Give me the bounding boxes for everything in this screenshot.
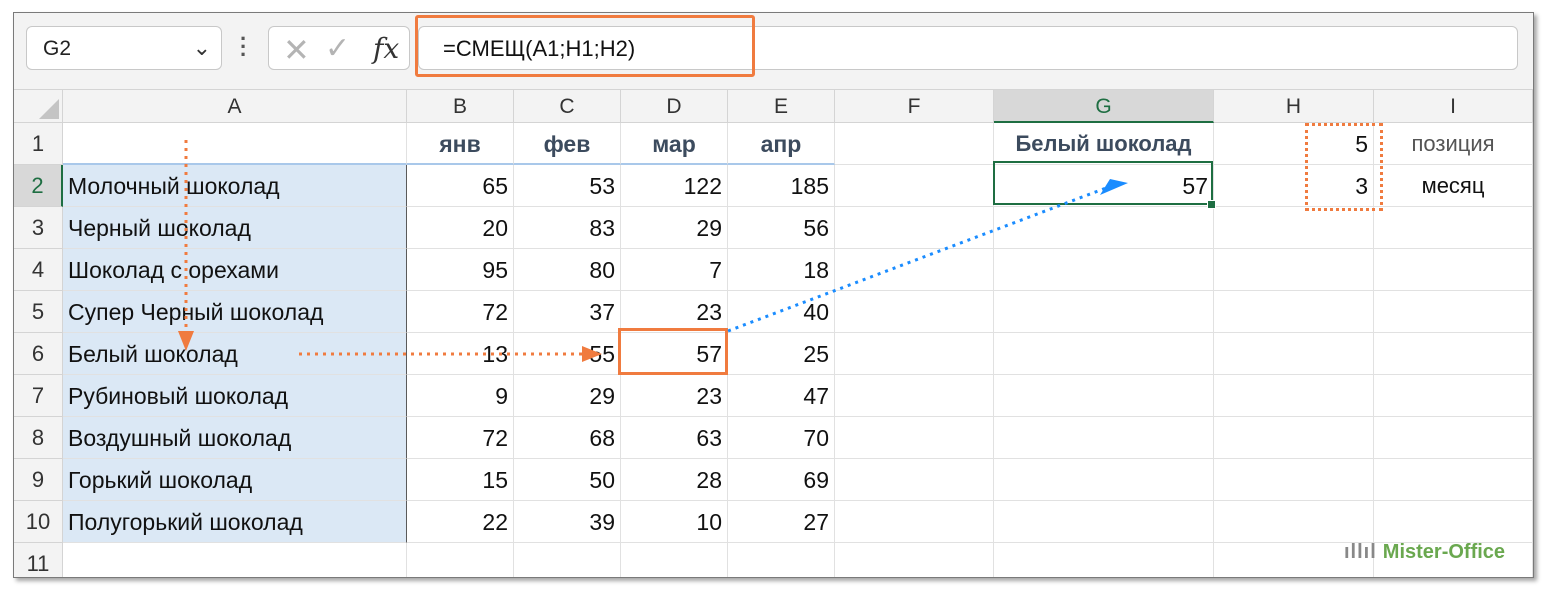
- result-arrow: [727, 186, 1107, 333]
- logo-text: Mister-Office: [1382, 541, 1506, 563]
- logo-bars-icon: ıllıl: [1344, 541, 1377, 563]
- result-arrowhead: [1100, 179, 1128, 195]
- arrows-overlay: [178, 140, 1128, 362]
- column-offset-arrowhead: [582, 346, 602, 362]
- row-offset-arrowhead: [178, 331, 194, 351]
- spreadsheet-window: G2 ⌄ · · · ✕ ✓ fx =СМЕЩ(A1;H1;H2) A B C D …: [13, 12, 1534, 578]
- mister-office-logo: ıllıl Mister-Office: [1344, 541, 1505, 564]
